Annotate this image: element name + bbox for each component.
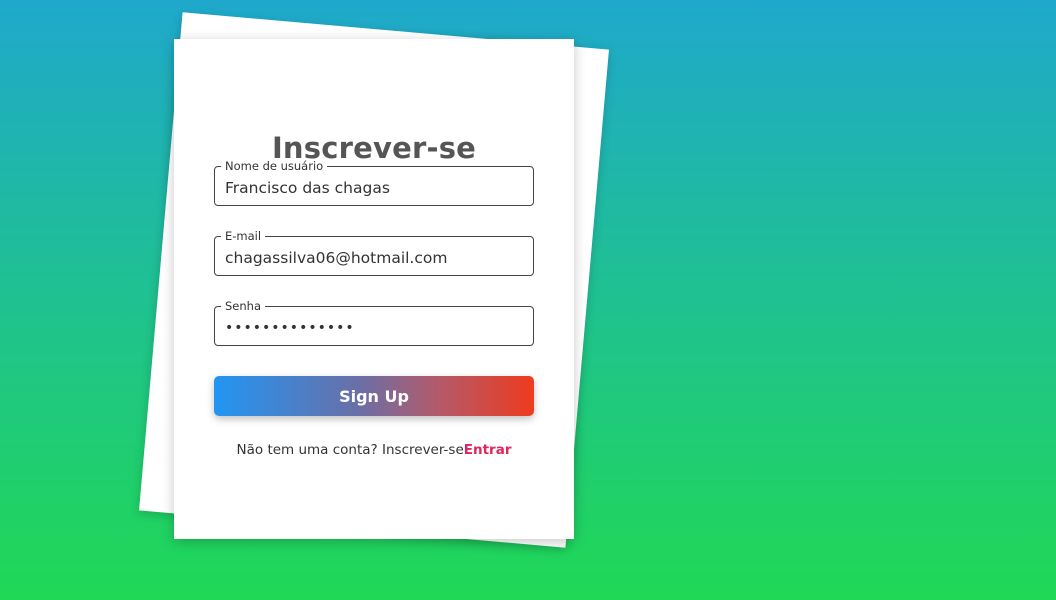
login-prompt: Não tem uma conta? Inscrever-seEntrar [174, 442, 574, 458]
password-field[interactable]: Senha [214, 299, 534, 346]
login-link[interactable]: Entrar [464, 442, 512, 458]
signup-card: Inscrever-se Nome de usuário E-mail Senh… [174, 39, 574, 539]
username-input[interactable] [215, 167, 533, 205]
username-field[interactable]: Nome de usuário [214, 159, 534, 206]
password-input[interactable] [215, 307, 533, 345]
email-field[interactable]: E-mail [214, 229, 534, 276]
login-prompt-text: Não tem uma conta? Inscrever-se [236, 442, 464, 458]
sign-up-button[interactable]: Sign Up [214, 376, 534, 416]
email-input[interactable] [215, 237, 533, 275]
